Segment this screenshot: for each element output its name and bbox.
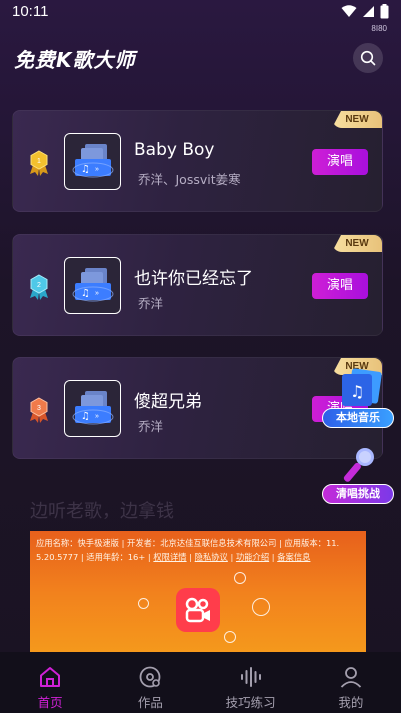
person-icon xyxy=(340,667,362,688)
song-cover[interactable]: ♫ » xyxy=(64,257,121,314)
svg-text:♫: ♫ xyxy=(81,411,90,422)
tab-label: 作品 xyxy=(137,695,163,710)
svg-text:»: » xyxy=(95,290,99,297)
music-folder-icon: ♫ xyxy=(342,368,382,406)
signal-icon xyxy=(363,6,374,17)
app-title: 免费K歌大师 xyxy=(14,48,136,72)
music-album-icon: ♫ » xyxy=(72,143,113,177)
wifi-icon xyxy=(341,5,357,17)
challenge-button[interactable]: 清唱挑战 xyxy=(322,446,396,504)
svg-text:♫: ♫ xyxy=(350,382,364,401)
separator: | xyxy=(269,552,278,562)
ad-disclosure: 应用名称：快手极速版 | 开发者：北京达佳互联信息技术有限公司 | 应用版本：1… xyxy=(36,536,362,564)
rank-number: 1 xyxy=(37,158,41,165)
song-cover[interactable]: ♫ » xyxy=(64,380,121,437)
svg-text:♫: ♫ xyxy=(81,288,90,299)
home-icon xyxy=(40,667,61,687)
new-badge: NEW xyxy=(332,111,382,128)
sing-button[interactable]: 演唱 xyxy=(312,149,368,175)
song-artist: 乔洋 xyxy=(138,296,164,311)
new-badge: NEW xyxy=(332,235,382,252)
music-album-icon: ♫ » xyxy=(72,390,113,424)
rank-medal-icon: 3 xyxy=(30,397,48,423)
battery-icon xyxy=(380,4,389,19)
status-time: 10:11 xyxy=(12,3,49,20)
song-artist: 乔洋 xyxy=(138,419,164,434)
tab-label: 首页 xyxy=(37,695,63,710)
song-title: 傻超兄弟 xyxy=(134,392,202,412)
separator: | xyxy=(186,552,195,562)
rank-medal-icon: 2 xyxy=(30,274,48,300)
song-title: Baby Boy xyxy=(134,140,215,160)
network-speed: 8I80 xyxy=(371,24,387,33)
svg-text:»: » xyxy=(95,166,99,173)
song-cover[interactable]: ♫ » xyxy=(64,133,121,190)
song-card[interactable]: NEW 2 ♫ » 也许你已经忘了 乔洋 演唱 xyxy=(12,234,383,336)
permissions-link[interactable]: 权限详情 xyxy=(153,552,186,562)
svg-text:♫: ♫ xyxy=(81,164,90,175)
tab-works[interactable]: 作品 xyxy=(100,652,200,713)
disc-icon xyxy=(139,666,161,688)
song-card[interactable]: NEW 1 ♫ » Baby Boy 乔洋、Jossvit姜寒 演唱 xyxy=(12,110,383,212)
slogan-text: 边听老歌，边拿钱 xyxy=(30,501,174,522)
rank-number: 3 xyxy=(37,405,41,412)
tab-label: 我的 xyxy=(338,695,364,710)
tab-practice[interactable]: 技巧练习 xyxy=(201,652,301,713)
tab-label: 技巧练习 xyxy=(225,695,276,710)
search-button[interactable] xyxy=(353,43,383,73)
status-icons xyxy=(341,4,389,19)
ad-banner[interactable]: 应用名称：快手极速版 | 开发者：北京达佳互联信息技术有限公司 | 应用版本：1… xyxy=(30,531,366,656)
svg-text:»: » xyxy=(95,413,99,420)
bubble-decoration xyxy=(234,572,246,584)
kuaishou-logo-icon xyxy=(176,588,220,632)
search-icon xyxy=(360,50,376,66)
challenge-label: 清唱挑战 xyxy=(322,484,394,504)
bubble-decoration xyxy=(138,598,149,609)
microphone-icon xyxy=(343,448,374,482)
song-artist: 乔洋、Jossvit姜寒 xyxy=(138,172,241,187)
ad-line: 应用名称：快手极速版 | 开发者：北京达佳互联信息技术有限公司 | 应用版本：1… xyxy=(36,538,340,548)
bubble-decoration xyxy=(252,598,270,616)
ad-line: 5.20.5777 | 适用年龄：16+ | xyxy=(36,552,154,562)
sing-button[interactable]: 演唱 xyxy=(312,273,368,299)
local-music-label: 本地音乐 xyxy=(322,408,394,428)
rank-number: 2 xyxy=(37,282,41,289)
rank-medal-icon: 1 xyxy=(30,150,48,176)
separator: | xyxy=(227,552,236,562)
filing-link[interactable]: 备案信息 xyxy=(277,552,310,562)
tab-me[interactable]: 我的 xyxy=(301,652,401,713)
tab-home[interactable]: 首页 xyxy=(0,652,100,713)
waveform-icon xyxy=(240,667,261,687)
status-bar: 10:11 8I80 xyxy=(0,0,401,33)
local-music-button[interactable]: ♫ 本地音乐 xyxy=(322,366,396,428)
privacy-link[interactable]: 隐私协议 xyxy=(195,552,228,562)
bottom-tab-bar: 首页 作品 技巧练习 我的 xyxy=(0,652,401,713)
bubble-decoration xyxy=(224,631,236,643)
music-album-icon: ♫ » xyxy=(72,267,113,301)
features-link[interactable]: 功能介绍 xyxy=(236,552,269,562)
song-title: 也许你已经忘了 xyxy=(134,269,253,289)
